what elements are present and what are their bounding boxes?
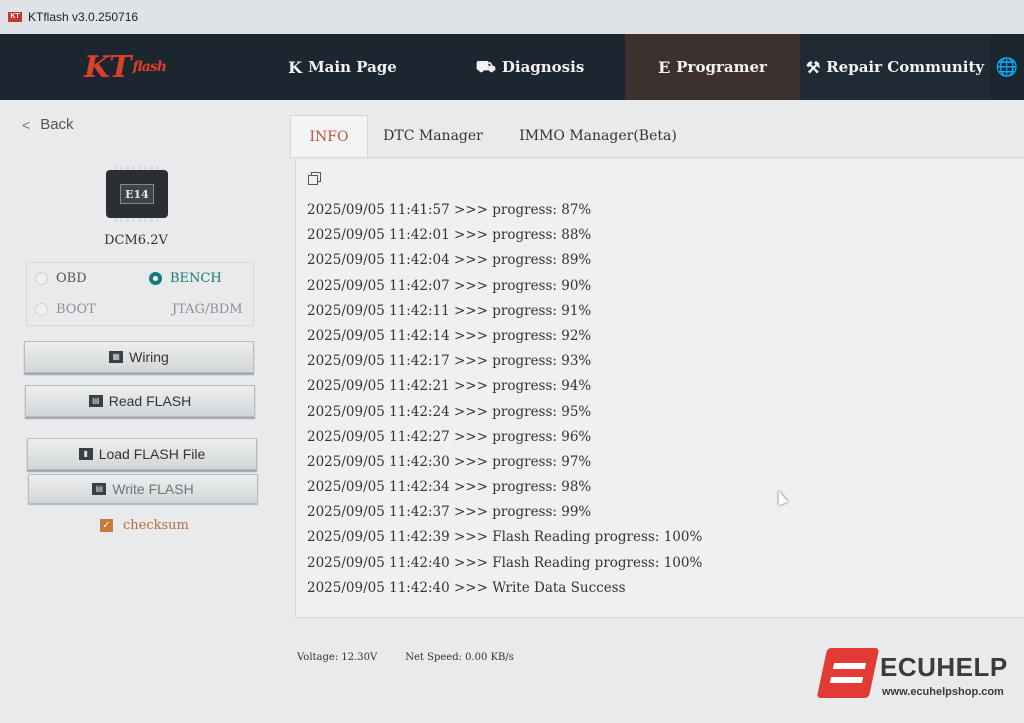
- nav-repair-community[interactable]: ⚒ Repair Community: [800, 34, 990, 100]
- log-line: 2025/09/05 11:42:24 >>> progress: 95%: [307, 403, 592, 420]
- nav-main-page[interactable]: K Main Page: [250, 34, 435, 100]
- log-line: 2025/09/05 11:42:01 >>> progress: 88%: [307, 227, 592, 244]
- read-flash-label: Read FLASH: [108, 393, 192, 409]
- nav-diagnosis-label: Diagnosis: [501, 58, 585, 76]
- chevron-left-icon: <: [22, 116, 31, 133]
- app-icon: KT: [8, 12, 22, 22]
- window-title: KTflash v3.0.250716: [28, 10, 139, 24]
- repair-tools-icon: ⚒: [805, 57, 821, 77]
- log-line: 2025/09/05 11:42:11 >>> progress: 91%: [307, 302, 592, 319]
- read-flash-icon: ▤: [88, 395, 103, 407]
- log-line: 2025/09/05 11:42:14 >>> progress: 92%: [307, 327, 592, 344]
- mode-bench-label: BENCH: [170, 271, 222, 286]
- wiring-label: Wiring: [129, 349, 169, 365]
- tab-immo-manager[interactable]: IMMO Manager(Beta): [498, 115, 698, 157]
- log-line: 2025/09/05 11:42:40 >>> Write Data Succe…: [307, 579, 626, 596]
- read-flash-button[interactable]: ▤ Read FLASH: [25, 385, 255, 417]
- wiring-button[interactable]: ▦ Wiring: [24, 341, 254, 373]
- mode-obd-radio[interactable]: OBD: [35, 271, 87, 286]
- back-label: Back: [40, 116, 74, 133]
- ecuhelp-watermark: ECUHELP www.ecuhelpshop.com: [816, 644, 1022, 704]
- ecu-name: DCM6.2V: [104, 233, 168, 248]
- mode-boot-radio[interactable]: BOOT: [35, 302, 96, 317]
- load-file-icon: ▮: [78, 448, 93, 460]
- log-line: 2025/09/05 11:41:57 >>> progress: 87%: [307, 202, 592, 218]
- back-button[interactable]: < Back: [22, 116, 74, 133]
- radio-bench: [149, 272, 162, 285]
- log-line: 2025/09/05 11:42:17 >>> progress: 93%: [307, 353, 592, 370]
- nav-programer-label: Programer: [676, 58, 767, 76]
- log-line: 2025/09/05 11:42:30 >>> progress: 97%: [307, 453, 592, 470]
- ktflash-logo: KT flash: [84, 49, 167, 85]
- voltage-readout: Voltage: 12.30V: [297, 652, 378, 663]
- mode-obd-label: OBD: [56, 271, 87, 286]
- nav-diagnosis[interactable]: ⛟ Diagnosis: [435, 34, 625, 100]
- status-bar: Voltage: 12.30V Net Speed: 0.00 KB/s: [297, 652, 542, 663]
- copy-icon[interactable]: [308, 172, 322, 186]
- log-line: 2025/09/05 11:42:27 >>> progress: 96%: [307, 428, 592, 445]
- load-flash-file-button[interactable]: ▮ Load FLASH File: [27, 438, 257, 470]
- log-line: 2025/09/05 11:42:07 >>> progress: 90%: [307, 277, 592, 294]
- top-navigation: KT flash K Main Page ⛟ Diagnosis E Progra…: [0, 34, 1024, 100]
- main-page-icon: K: [288, 57, 303, 77]
- watermark-brand: ECUHELP: [880, 652, 1008, 682]
- mode-jtag-label: JTAG/BDM: [172, 302, 243, 317]
- ecuhelp-logo-icon: [816, 648, 880, 698]
- chip-pins-bottom: [114, 218, 160, 222]
- write-flash-button[interactable]: ▤ Write FLASH: [28, 474, 258, 504]
- watermark-url: www.ecuhelpshop.com: [882, 686, 1004, 698]
- log-line: 2025/09/05 11:42:40 >>> Flash Reading pr…: [307, 554, 703, 571]
- diagnosis-car-icon: ⛟: [475, 56, 496, 76]
- tab-dtc-manager[interactable]: DTC Manager: [368, 115, 498, 157]
- connection-mode-group: OBD BENCH BOOT JTAG/BDM: [26, 262, 254, 326]
- window-titlebar: KT KTflash v3.0.250716: [0, 0, 1024, 34]
- tab-info[interactable]: INFO: [290, 115, 368, 157]
- chip-pins-top: [114, 166, 160, 170]
- radio-obd: [35, 272, 48, 285]
- log-line: 2025/09/05 11:42:37 >>> progress: 99%: [307, 504, 592, 521]
- ecu-chip-icon: E14: [106, 166, 168, 222]
- log-line: 2025/09/05 11:42:21 >>> progress: 94%: [307, 378, 592, 395]
- write-flash-label: Write FLASH: [112, 481, 194, 497]
- load-flash-file-label: Load FLASH File: [98, 446, 206, 462]
- checksum-label: checksum: [123, 518, 189, 533]
- nav-main-page-label: Main Page: [308, 58, 397, 76]
- mode-jtag-radio[interactable]: JTAG/BDM: [172, 302, 243, 317]
- mode-boot-label: BOOT: [56, 302, 96, 317]
- log-list: 2025/09/05 11:41:57 >>> progress: 87% 20…: [307, 198, 702, 601]
- nav-repair-community-label: Repair Community: [826, 58, 985, 76]
- info-log-panel: 2025/09/05 11:41:57 >>> progress: 87% 20…: [295, 160, 1024, 618]
- tab-bar: INFO DTC Manager IMMO Manager(Beta): [290, 115, 1024, 158]
- log-line: 2025/09/05 11:42:39 >>> Flash Reading pr…: [307, 529, 703, 546]
- wiring-grid-icon: ▦: [109, 351, 124, 363]
- chip-label: E14: [120, 184, 154, 204]
- log-line: 2025/09/05 11:42:04 >>> progress: 89%: [307, 252, 592, 269]
- log-line: 2025/09/05 11:42:34 >>> progress: 98%: [307, 479, 592, 496]
- left-panel: < Back E14 DCM6.2V OBD BENCH BOOT JTAG/B: [0, 100, 272, 723]
- main-area: < Back E14 DCM6.2V OBD BENCH BOOT JTAG/B: [0, 100, 1024, 723]
- language-globe-icon[interactable]: 🌐: [990, 34, 1024, 100]
- mode-bench-radio[interactable]: BENCH: [149, 271, 222, 286]
- checksum-checkbox[interactable]: ✓ checksum: [100, 518, 189, 533]
- nav-programer[interactable]: E Programer: [625, 34, 800, 100]
- write-flash-icon: ▤: [92, 483, 107, 495]
- checkbox-checked-icon: ✓: [100, 519, 113, 532]
- radio-boot: [35, 303, 48, 316]
- net-speed-readout: Net Speed: 0.00 KB/s: [405, 652, 514, 663]
- programer-icon: E: [658, 57, 671, 77]
